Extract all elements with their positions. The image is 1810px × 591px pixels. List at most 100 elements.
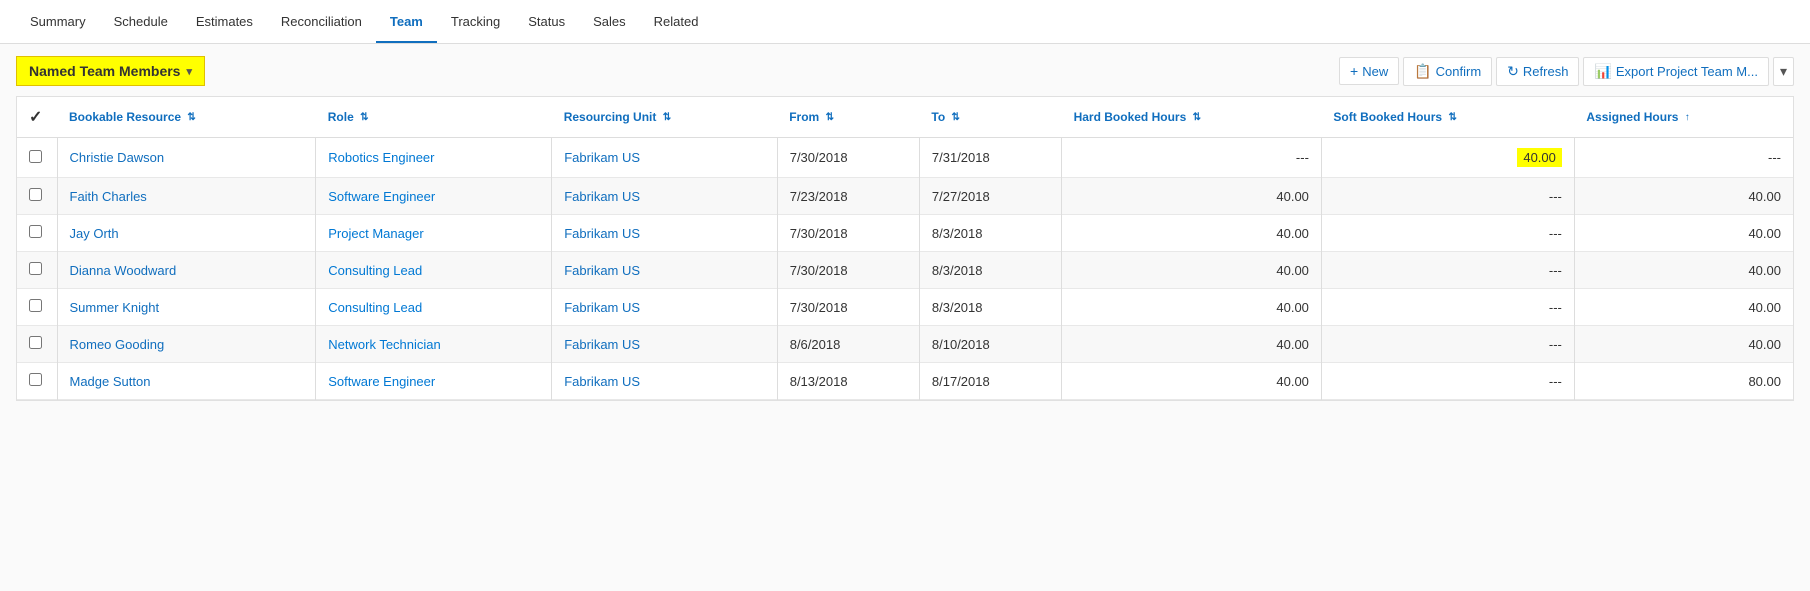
cell-resourcing-unit: Fabrikam US <box>552 252 778 289</box>
tab-estimates[interactable]: Estimates <box>182 2 267 43</box>
table-row[interactable]: Dianna WoodwardConsulting LeadFabrikam U… <box>17 252 1793 289</box>
header-role-label: Role <box>328 110 354 124</box>
resourcing-unit-link[interactable]: Fabrikam US <box>564 263 640 278</box>
checkbox-input[interactable] <box>29 150 42 163</box>
checkbox-input[interactable] <box>29 262 42 275</box>
cell-bookable-resource: Summer Knight <box>57 289 316 326</box>
tab-sales[interactable]: Sales <box>579 2 640 43</box>
cell-soft-booked-hours: --- <box>1321 363 1574 400</box>
table-row[interactable]: Jay OrthProject ManagerFabrikam US7/30/2… <box>17 215 1793 252</box>
resourcing-unit-link[interactable]: Fabrikam US <box>564 226 640 241</box>
header-bookable-resource[interactable]: Bookable Resource ⇅ <box>57 97 316 138</box>
cell-hard-booked-hours: --- <box>1062 138 1322 178</box>
cell-to: 8/3/2018 <box>919 252 1061 289</box>
resourcing-unit-link[interactable]: Fabrikam US <box>564 300 640 315</box>
header-assigned-hours[interactable]: Assigned Hours ↑ <box>1574 97 1793 138</box>
bookable-resource-link[interactable]: Dianna Woodward <box>70 263 177 278</box>
table-row[interactable]: Romeo GoodingNetwork TechnicianFabrikam … <box>17 326 1793 363</box>
header-from[interactable]: From ⇅ <box>777 97 919 138</box>
header-checkbox[interactable]: ✓ <box>17 97 57 138</box>
row-checkbox[interactable] <box>17 138 57 178</box>
team-members-table: ✓ Bookable Resource ⇅ Role ⇅ Resourcing … <box>17 97 1793 400</box>
table-header-row: ✓ Bookable Resource ⇅ Role ⇅ Resourcing … <box>17 97 1793 138</box>
row-checkbox[interactable] <box>17 289 57 326</box>
bookable-resource-link[interactable]: Christie Dawson <box>70 150 165 165</box>
sort-soft-booked-hours-icon: ⇅ <box>1448 112 1456 123</box>
tab-related[interactable]: Related <box>640 2 713 43</box>
tab-status[interactable]: Status <box>514 2 579 43</box>
header-role[interactable]: Role ⇅ <box>316 97 552 138</box>
header-resourcing-unit[interactable]: Resourcing Unit ⇅ <box>552 97 778 138</box>
cell-from: 7/30/2018 <box>777 138 919 178</box>
row-checkbox[interactable] <box>17 178 57 215</box>
header-soft-booked-hours[interactable]: Soft Booked Hours ⇅ <box>1321 97 1574 138</box>
cell-hard-booked-hours: 40.00 <box>1062 289 1322 326</box>
cell-resourcing-unit: Fabrikam US <box>552 363 778 400</box>
table-row[interactable]: Madge SuttonSoftware EngineerFabrikam US… <box>17 363 1793 400</box>
bookable-resource-link[interactable]: Romeo Gooding <box>70 337 165 352</box>
cell-role: Project Manager <box>316 215 552 252</box>
resourcing-unit-link[interactable]: Fabrikam US <box>564 189 640 204</box>
new-button[interactable]: + New <box>1339 57 1399 85</box>
refresh-button[interactable]: ↻ Refresh <box>1496 57 1579 86</box>
row-checkbox[interactable] <box>17 215 57 252</box>
cell-to: 7/27/2018 <box>919 178 1061 215</box>
cell-soft-booked-hours: 40.00 <box>1321 138 1574 178</box>
section-header: Named Team Members ▾ + New 📋 Confirm ↻ R… <box>16 56 1794 86</box>
cell-bookable-resource: Faith Charles <box>57 178 316 215</box>
section-title-group: Named Team Members ▾ <box>16 56 205 86</box>
resourcing-unit-link[interactable]: Fabrikam US <box>564 374 640 389</box>
header-hard-booked-hours[interactable]: Hard Booked Hours ⇅ <box>1062 97 1322 138</box>
tab-summary[interactable]: Summary <box>16 2 100 43</box>
nav-tabs: SummaryScheduleEstimatesReconciliationTe… <box>0 0 1810 44</box>
tab-reconciliation[interactable]: Reconciliation <box>267 2 376 43</box>
row-checkbox[interactable] <box>17 363 57 400</box>
tab-team[interactable]: Team <box>376 2 437 43</box>
bookable-resource-link[interactable]: Madge Sutton <box>70 374 151 389</box>
checkbox-input[interactable] <box>29 373 42 386</box>
cell-bookable-resource: Jay Orth <box>57 215 316 252</box>
header-to[interactable]: To ⇅ <box>919 97 1061 138</box>
cell-from: 7/23/2018 <box>777 178 919 215</box>
checkbox-input[interactable] <box>29 336 42 349</box>
row-checkbox[interactable] <box>17 252 57 289</box>
cell-to: 8/3/2018 <box>919 289 1061 326</box>
table-row[interactable]: Christie Dawson Robotics Engineer Fabrikam… <box>17 138 1793 178</box>
cell-bookable-resource: Christie Dawson <box>57 138 316 178</box>
header-hard-booked-hours-label: Hard Booked Hours <box>1074 110 1187 124</box>
sort-resourcing-unit-icon: ⇅ <box>663 112 671 123</box>
sort-to-icon: ⇅ <box>952 112 960 123</box>
cell-assigned-hours: 40.00 <box>1574 252 1793 289</box>
cell-assigned-hours: 40.00 <box>1574 326 1793 363</box>
data-table-wrapper: ✓ Bookable Resource ⇅ Role ⇅ Resourcing … <box>16 96 1794 401</box>
checkbox-input[interactable] <box>29 225 42 238</box>
table-row[interactable]: Faith Charles Software Engineer Fabrikam U… <box>17 178 1793 215</box>
cell-soft-booked-hours: --- <box>1321 178 1574 215</box>
tab-tracking[interactable]: Tracking <box>437 2 514 43</box>
export-button[interactable]: 📊 Export Project Team M... <box>1583 57 1769 86</box>
bookable-resource-link[interactable]: Jay Orth <box>70 226 119 241</box>
bookable-resource-link[interactable]: Faith Charles <box>70 189 147 204</box>
checkbox-input[interactable] <box>29 188 42 201</box>
cell-role: Consulting Lead <box>316 289 552 326</box>
cell-assigned-hours: 80.00 <box>1574 363 1793 400</box>
cell-soft-booked-hours: --- <box>1321 289 1574 326</box>
sort-hard-booked-hours-icon: ⇅ <box>1193 112 1201 123</box>
toolbar-more-button[interactable]: ▾ <box>1773 57 1794 86</box>
confirm-button[interactable]: 📋 Confirm <box>1403 57 1492 86</box>
resourcing-unit-link[interactable]: Fabrikam US <box>564 337 640 352</box>
named-team-members-title[interactable]: Named Team Members ▾ <box>16 56 205 86</box>
sort-bookable-resource-icon: ⇅ <box>187 112 195 123</box>
row-checkbox[interactable] <box>17 326 57 363</box>
checkbox-input[interactable] <box>29 299 42 312</box>
table-row[interactable]: Summer KnightConsulting LeadFabrikam US7… <box>17 289 1793 326</box>
tab-schedule[interactable]: Schedule <box>100 2 182 43</box>
cell-assigned-hours: --- <box>1574 138 1793 178</box>
resourcing-unit-link[interactable]: Fabrikam US <box>564 150 640 165</box>
cell-role: Software Engineer <box>316 178 552 215</box>
cell-from: 7/30/2018 <box>777 252 919 289</box>
cell-role: Robotics Engineer <box>316 138 552 178</box>
bookable-resource-link[interactable]: Summer Knight <box>70 300 160 315</box>
confirm-label: Confirm <box>1436 64 1482 79</box>
cell-from: 8/6/2018 <box>777 326 919 363</box>
